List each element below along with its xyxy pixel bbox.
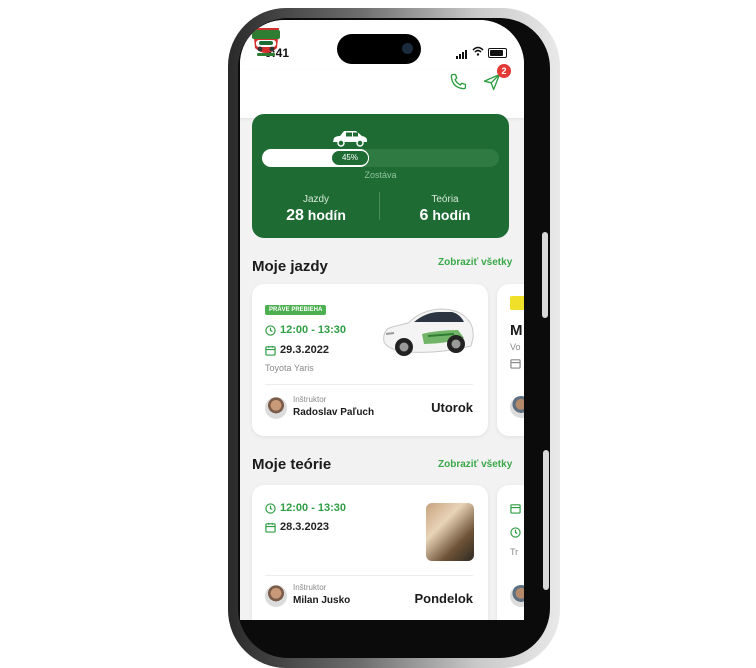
instructor-label: Inštruktor (293, 395, 327, 404)
class-photo (426, 503, 474, 561)
phone-icon[interactable] (448, 72, 468, 92)
ride-time: 12:00 - 13:30 (280, 324, 347, 336)
theory-date-row: 28.3.2023 (265, 521, 329, 533)
avatar (510, 585, 524, 607)
dynamic-island (337, 34, 421, 64)
ride-day: Utorok (431, 400, 473, 415)
calendar-icon (510, 359, 521, 369)
ride-car: Toyota Yaris (265, 363, 314, 373)
theory-label: Teória (431, 194, 459, 205)
rides-label: Jazdy (302, 194, 330, 205)
clock-icon (265, 324, 276, 336)
status-bar: 9:41 (240, 20, 524, 70)
rides-hours: Jazdy 28 hodín (256, 194, 376, 225)
app-screen: 9:41 2 45% Zostáva Jazdy 28 hodín Teória… (240, 20, 524, 620)
progress-card[interactable]: 45% Zostáva Jazdy 28 hodín Teória 6 hodí… (252, 114, 509, 238)
instructor-name: Radoslav Paľuch (293, 407, 375, 418)
avatar (510, 396, 524, 418)
status-badge: PRÁVE PREBIEHA (265, 305, 327, 315)
card-divider (265, 575, 473, 576)
stats-divider (379, 192, 380, 220)
ride-next-subtitle: Vo (510, 342, 521, 352)
signal-icon (456, 50, 467, 59)
card-divider (265, 384, 473, 385)
rides-section-title: Moje jazdy (252, 258, 328, 275)
ride-card-next[interactable]: M Vo (497, 284, 524, 436)
side-button-upper (542, 232, 548, 318)
calendar-icon (265, 522, 276, 533)
theory-day: Pondelok (414, 591, 473, 606)
status-badge-next (510, 296, 524, 310)
car-image (383, 308, 474, 356)
ride-time-row: 12:00 - 13:30 (265, 324, 346, 336)
avatar (265, 585, 287, 607)
theory-card-next[interactable]: Tr (497, 485, 524, 620)
notification-badge: 2 (497, 64, 511, 78)
rides-show-all-link[interactable]: Zobraziť všetky (438, 257, 512, 268)
avatar (265, 397, 287, 419)
progress-percent: 45% (331, 150, 369, 166)
theory-card[interactable]: 12:00 - 13:30 28.3.2023 Inštruktor Milan… (252, 485, 488, 620)
camera-icon (402, 43, 413, 54)
ride-date-row: 29.3.2022 (265, 344, 329, 356)
theory-time-row: 12:00 - 13:30 (265, 502, 346, 514)
remaining-label: Zostáva (364, 170, 397, 180)
progress-bar: 45% (262, 149, 499, 167)
ride-card[interactable]: PRÁVE PREBIEHA 12:00 - 13:30 29.3.2022 T… (252, 284, 488, 436)
rides-value: 28 hodín (286, 207, 346, 224)
theory-value: 6 hodín (419, 207, 471, 224)
side-button-lower (543, 450, 549, 590)
clock-icon (510, 527, 521, 538)
theory-hours: Teória 6 hodín (385, 194, 505, 225)
app-logo[interactable] (250, 24, 282, 60)
car-icon (333, 131, 367, 147)
wifi-icon (472, 46, 484, 56)
ride-date: 29.3.2022 (280, 344, 329, 356)
instructor-label: Inštruktor (293, 583, 327, 592)
instructor-name: Milan Jusko (293, 595, 351, 606)
calendar-icon (265, 345, 276, 356)
ride-next-title: M (510, 322, 523, 339)
theory-next-subtitle: Tr (510, 547, 519, 557)
theory-date: 28.3.2023 (280, 521, 329, 533)
calendar-icon (510, 504, 521, 514)
clock-icon (265, 502, 276, 514)
theory-show-all-link[interactable]: Zobraziť všetky (438, 459, 512, 470)
battery-icon (488, 48, 507, 58)
theory-time: 12:00 - 13:30 (280, 502, 347, 514)
theory-section-title: Moje teórie (252, 456, 332, 473)
